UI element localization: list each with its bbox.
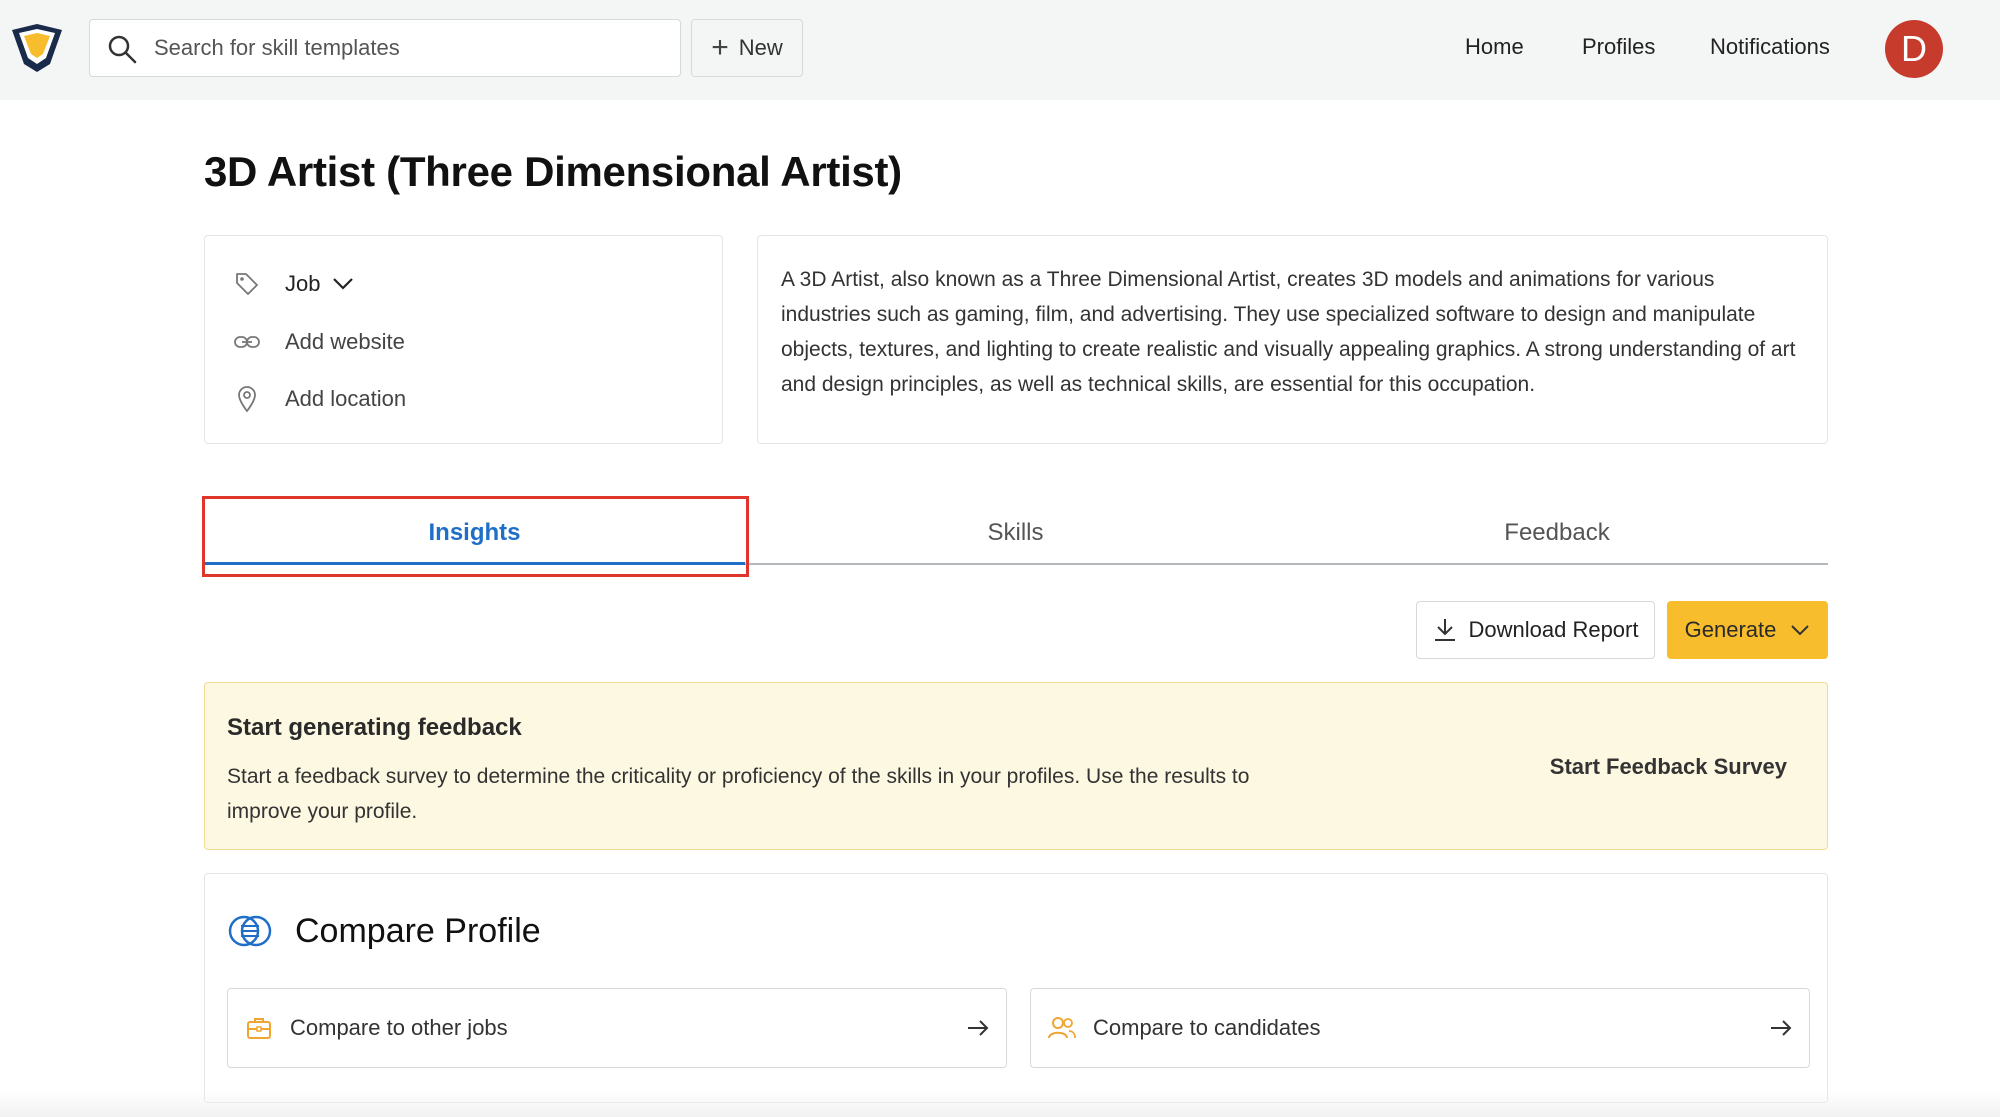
search-box[interactable] <box>89 19 681 77</box>
add-website-link[interactable]: Add website <box>231 324 405 360</box>
start-feedback-survey-link[interactable]: Start Feedback Survey <box>1550 754 1787 780</box>
new-button-label: New <box>738 35 783 60</box>
page-bottom-shadow <box>0 1090 2000 1117</box>
link-icon <box>231 326 263 358</box>
compare-globe-icon <box>228 915 272 947</box>
arrow-right-icon <box>1771 1020 1792 1036</box>
highlight-annotation-box <box>202 496 749 577</box>
nav-profiles[interactable]: Profiles <box>1582 34 1655 60</box>
tab-skills[interactable]: Skills <box>745 500 1286 566</box>
chevron-down-icon <box>1791 625 1810 636</box>
tab-feedback[interactable]: Feedback <box>1286 500 1828 566</box>
download-report-button[interactable]: Download Report <box>1416 601 1655 659</box>
page-title: 3D Artist (Three Dimensional Artist) <box>204 148 902 195</box>
profile-type-selector[interactable]: Job <box>231 266 354 302</box>
arrow-right-icon <box>968 1020 989 1036</box>
generate-button[interactable]: Generate <box>1667 601 1828 659</box>
new-button[interactable]: + New <box>691 19 803 77</box>
briefcase-icon <box>244 1013 274 1043</box>
compare-to-candidates-option[interactable]: Compare to candidates <box>1030 988 1810 1068</box>
add-location-label: Add location <box>285 386 407 411</box>
chevron-down-icon <box>333 278 354 290</box>
compare-profile-section: Compare Profile Compare to other jobs Co… <box>204 873 1828 1103</box>
compare-profile-title: Compare Profile <box>295 912 541 950</box>
description-card: A 3D Artist, also known as a Three Dimen… <box>757 235 1828 444</box>
add-website-label: Add website <box>285 329 405 354</box>
compare-to-jobs-option[interactable]: Compare to other jobs <box>227 988 1007 1068</box>
app-logo-icon[interactable] <box>10 20 64 74</box>
user-avatar[interactable]: D <box>1885 20 1943 78</box>
nav-notifications[interactable]: Notifications <box>1710 34 1830 60</box>
people-icon <box>1047 1013 1077 1043</box>
download-report-label: Download Report <box>1468 617 1639 642</box>
compare-to-jobs-label: Compare to other jobs <box>290 1015 508 1040</box>
nav-home[interactable]: Home <box>1465 34 1524 60</box>
search-icon <box>108 35 137 64</box>
banner-text: Start a feedback survey to determine the… <box>227 765 1250 823</box>
top-bar: + New Home Profiles Notifications D <box>0 0 2000 100</box>
plus-icon: + <box>711 31 729 64</box>
feedback-banner: Start generating feedback Start a feedba… <box>204 682 1828 850</box>
search-input[interactable] <box>154 20 674 76</box>
profile-info-card: Job Add website Add location <box>204 235 723 444</box>
banner-title: Start generating feedback <box>227 714 522 741</box>
tag-icon <box>231 268 263 300</box>
generate-label: Generate <box>1684 617 1777 642</box>
download-icon <box>1434 619 1455 641</box>
compare-to-candidates-label: Compare to candidates <box>1093 1015 1321 1040</box>
profile-type-label: Job <box>285 271 321 296</box>
location-pin-icon <box>231 383 263 415</box>
profile-description: A 3D Artist, also known as a Three Dimen… <box>781 268 1796 396</box>
add-location-link[interactable]: Add location <box>231 381 406 417</box>
